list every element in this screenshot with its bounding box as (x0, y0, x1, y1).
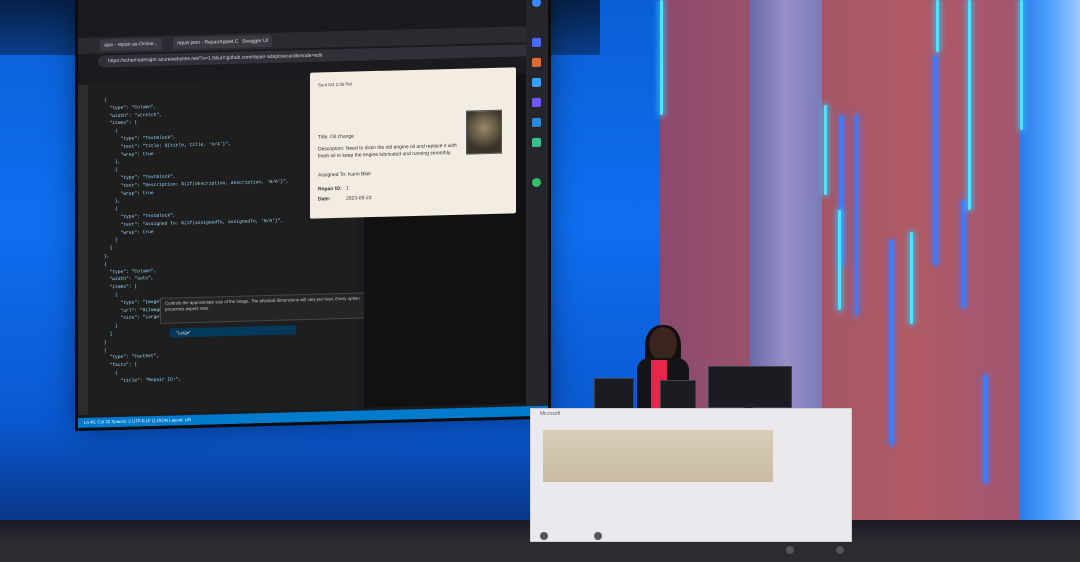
hover-tooltip: Controls the approximate size of the ima… (160, 292, 370, 324)
neon-light (962, 200, 965, 308)
podium-brand-logo: Microsoft (540, 411, 561, 417)
neon-light (838, 210, 841, 310)
stage-right-edge (1020, 0, 1080, 540)
card-assigned: Assigned To: Karin Blair (318, 171, 371, 179)
neon-light (1020, 0, 1023, 130)
browser-tab[interactable]: ajax - repair-as-Online... (100, 37, 162, 52)
podium-wheel (836, 546, 844, 554)
podium-wheel (786, 546, 794, 554)
neon-light (890, 240, 893, 445)
sidebar-app-icon[interactable] (532, 117, 541, 128)
stage-front-edge (0, 540, 1080, 562)
card-fact-value: 1 (346, 185, 349, 192)
card-title: Title: Oil change (318, 133, 354, 141)
card-image (466, 109, 502, 155)
card-timestamp: Sent 8/4 2:36 PM (318, 81, 352, 88)
sidebar-app-icon[interactable] (532, 37, 541, 48)
laptop (660, 380, 696, 410)
card-fact-value: 2023-05-23 (346, 195, 372, 202)
neon-light (984, 375, 987, 483)
podium-panel (543, 430, 773, 482)
neon-light (855, 115, 858, 315)
presenter-head (649, 327, 677, 361)
browser-tab[interactable]: Swagger UI (238, 34, 273, 48)
sidebar-app-icon[interactable] (532, 77, 541, 88)
neon-light (660, 0, 663, 115)
podium-wheel (540, 532, 548, 540)
neon-light (936, 0, 939, 52)
sidebar-app-icon[interactable] (532, 137, 541, 148)
podium-wheel (594, 532, 602, 540)
monitor (708, 366, 792, 408)
sidebar-app-icon[interactable] (532, 97, 541, 108)
card-description: Description: Need to drain the old engin… (318, 142, 457, 160)
neon-light (824, 105, 827, 195)
card-fact-key: Date: (318, 196, 331, 203)
neon-light (934, 55, 937, 265)
neon-light (968, 0, 971, 210)
neon-light (910, 232, 913, 324)
adaptive-card-preview: Sent 8/4 2:36 PM Title: Oil change Descr… (310, 67, 516, 219)
card-fact-key: Repair ID: (318, 185, 342, 193)
laptop (594, 378, 634, 410)
sidebar-app-icon[interactable] (532, 57, 541, 68)
